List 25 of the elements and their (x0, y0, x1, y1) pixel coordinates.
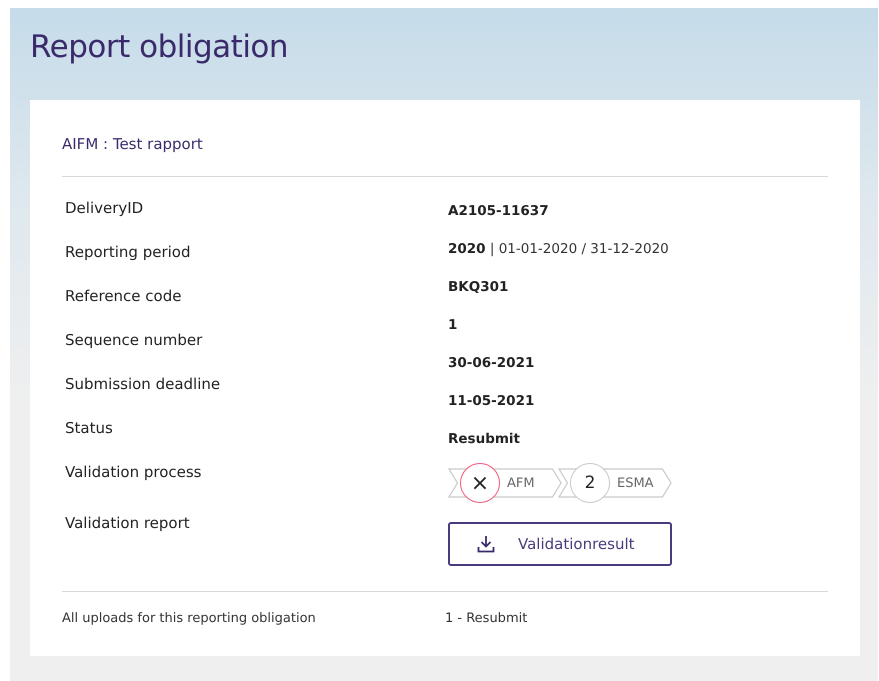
upload-entry: 1 - Resubmit (445, 610, 528, 628)
field-label: Submission deadline (65, 374, 222, 395)
field-value: Resubmit (448, 430, 522, 449)
download-icon (476, 534, 496, 554)
field-value: 1 (448, 316, 458, 335)
field-value: 30-06-2021 (448, 354, 536, 373)
field-label: Validation report (65, 513, 191, 534)
field-value: 11-05-2021 (448, 392, 536, 411)
page-title: Report obligation (30, 28, 290, 67)
step-marker: × (460, 463, 500, 503)
field-label: Reporting period (65, 242, 192, 263)
report-heading: AIFM : Test rapport (62, 134, 204, 155)
field-label: Reference code (65, 286, 182, 307)
step-label: AFM (507, 476, 535, 490)
step-marker: 2 (570, 463, 610, 503)
field-label: Sequence number (65, 330, 204, 351)
field-label: DeliveryID (65, 198, 144, 219)
field-value: 2020 | 01-01-2020 / 31-12-2020 (448, 240, 670, 259)
field-value: A2105-11637 (448, 202, 550, 221)
validation-result-button[interactable]: Validationresult (448, 522, 672, 566)
step-label: ESMA (617, 476, 654, 490)
field-label: Validation process (65, 462, 202, 483)
field-label: Status (65, 418, 114, 439)
field-value: BKQ301 (448, 278, 510, 297)
uploads-label: All uploads for this reporting obligation (62, 610, 317, 628)
